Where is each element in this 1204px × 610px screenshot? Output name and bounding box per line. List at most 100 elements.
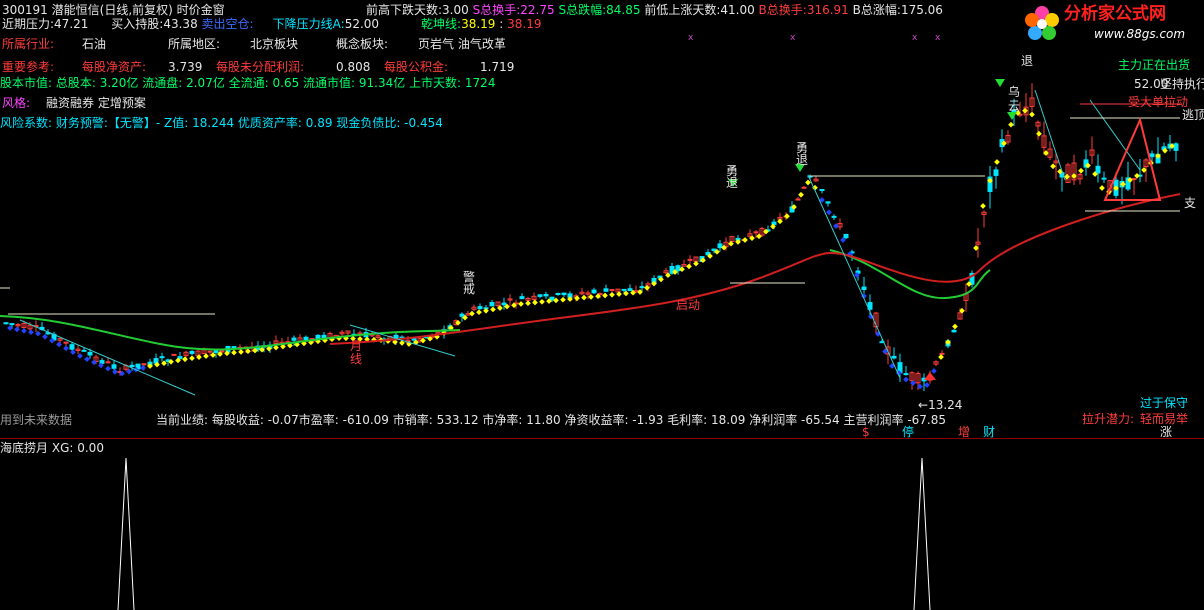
trend-dot: [112, 368, 118, 375]
trend-dot: [1022, 107, 1028, 114]
bottom-tag-finance: 财: [983, 425, 996, 439]
candle-body: [207, 350, 213, 353]
days-up-value: 41.00: [720, 3, 755, 17]
candle-body: [627, 288, 633, 292]
b-rise-label: B总涨幅:: [852, 3, 901, 17]
wuyun-label: 乌云: [1008, 85, 1021, 113]
site-logo: 分析家公式网 www.88gs.com: [1020, 2, 1200, 46]
stock-code: 300191: [2, 3, 48, 17]
title-line: 300191 潜能恒信(日线,前复权) 时价金窗: [2, 3, 225, 17]
candle-body: [129, 364, 135, 368]
trend-dot: [686, 263, 692, 270]
risk-line: 风险系数: 财务预警:【无警】- Z值: 18.244 优质资产率: 0.89 …: [0, 116, 443, 130]
candle-body: [795, 198, 801, 201]
candle-body: [603, 288, 609, 292]
candle-body: [231, 346, 237, 349]
candle-body: [501, 302, 507, 306]
candle-body: [561, 292, 567, 296]
trend-dot: [182, 356, 188, 363]
trend-dot: [609, 291, 615, 298]
trend-dot: [84, 356, 90, 362]
candle-body: [87, 351, 93, 356]
trend-dot: [525, 300, 531, 307]
indicator-name: 海底捞月: [0, 441, 49, 455]
trend-dot: [798, 191, 804, 198]
stats-line: 前高下跌天数:3.00 S总换手:22.75 S总跌幅:84.85 前低上涨天数…: [366, 3, 943, 17]
sell-arrow-icon: [1007, 112, 1017, 120]
candle-body: [477, 306, 483, 310]
trend-dot: [63, 345, 69, 352]
trend-dot: [42, 333, 48, 340]
qiankun-a: 38.19: [461, 17, 496, 31]
candle-body: [291, 337, 297, 341]
candle-body: [213, 350, 219, 354]
candle-body: [105, 361, 111, 364]
performance-line: 当前业绩: 每股收益: -0.07市盈率: -610.09 市销率: 533.1…: [156, 413, 946, 427]
candle-body: [459, 313, 465, 317]
undistributed-value: 0.808: [336, 60, 371, 74]
concept-value: 页岩气 油气改革: [418, 37, 506, 51]
signal-spike: [117, 457, 135, 610]
s-turnover-label: S总换手:: [472, 3, 521, 17]
candle-body: [1095, 165, 1101, 174]
trend-dot: [742, 237, 748, 243]
trend-dot: [1036, 130, 1042, 137]
trend-line-cyan: [19, 319, 196, 396]
trend-dot: [70, 349, 76, 355]
escape-label: 逃顶: [1182, 108, 1204, 122]
candle-body: [993, 169, 999, 176]
candle-body: [9, 323, 15, 326]
trend-dot: [28, 329, 34, 336]
candle-body: [171, 353, 177, 356]
industry-value: 石油: [82, 37, 107, 51]
bottom-tag-increase: 增: [958, 425, 971, 439]
break-trade-label: 坚持执行: [1160, 77, 1204, 91]
trend-dot: [490, 306, 496, 313]
down-line-label: 下降压力线A:: [272, 17, 345, 31]
trend-dot: [994, 159, 1000, 165]
trend-line-cyan: [807, 174, 901, 379]
trend-dot: [644, 284, 650, 291]
region-value: 北京板块: [250, 37, 299, 51]
days-up-label: 前低上涨天数:: [644, 3, 721, 17]
lower-panel-title: 海底捞月 XG: 0.00: [0, 441, 104, 455]
stock-name: 潜能恒信(日线,前复权): [51, 3, 173, 17]
candle-body: [939, 352, 945, 355]
s-drop-label: S总跌幅:: [558, 3, 607, 17]
down-line-value: 52.00: [344, 17, 380, 31]
candle-body: [861, 286, 867, 291]
concept-label: 概念板块:: [336, 37, 389, 51]
reserve-label: 每股公积金:: [384, 60, 449, 74]
candle-body: [189, 350, 195, 354]
potential-label: 拉升潜力:: [1082, 412, 1135, 426]
qiankun-b: 38.19: [507, 17, 542, 31]
candle-body: [951, 329, 957, 333]
signal-spike: [913, 457, 931, 610]
candle-body: [1101, 177, 1107, 180]
mark-x: x: [790, 33, 796, 43]
candle-body: [159, 356, 165, 359]
sell-arrow-icon: [995, 79, 1005, 87]
capital-line: 股本市值: 总股本: 3.20亿 流通盘: 2.07亿 全流通: 0.65 流通…: [0, 76, 496, 90]
trend-dot: [21, 327, 27, 334]
days-down-label: 前高下跌天数:: [366, 3, 443, 17]
empty-label: 卖出空仓:: [201, 17, 254, 31]
retreat-label-3: 退: [1021, 54, 1034, 68]
pressure-label: 近期压力:: [2, 17, 55, 31]
trend-dot: [105, 365, 111, 372]
panel-separator[interactable]: [0, 438, 1204, 439]
candle-body: [543, 293, 549, 297]
candle-body: [825, 201, 831, 204]
trend-dot: [476, 309, 482, 316]
candle-body: [831, 215, 837, 218]
candle-body: [591, 289, 597, 294]
trend-dot: [826, 209, 832, 216]
window-name: 时价金窗: [176, 3, 225, 17]
candle-body: [717, 243, 723, 249]
candle-body: [621, 288, 627, 291]
b-turnover-label: B总换手:: [758, 3, 807, 17]
kline-chart[interactable]: xxxx: [0, 0, 1204, 610]
trend-dot: [1099, 185, 1105, 191]
trend-dot: [1008, 121, 1014, 128]
candle-body: [903, 373, 909, 376]
